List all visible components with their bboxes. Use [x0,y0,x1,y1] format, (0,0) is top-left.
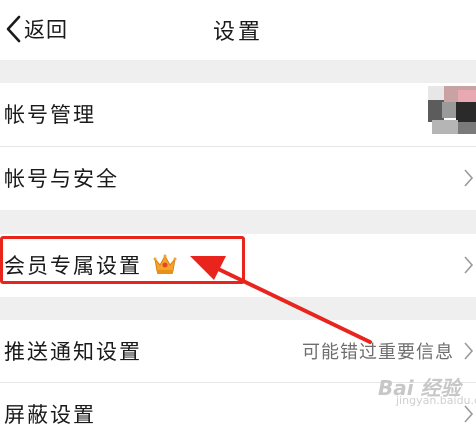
annotation-arrow-icon [190,256,372,344]
watermark-sub: jingyan.baidu.com [396,394,476,407]
